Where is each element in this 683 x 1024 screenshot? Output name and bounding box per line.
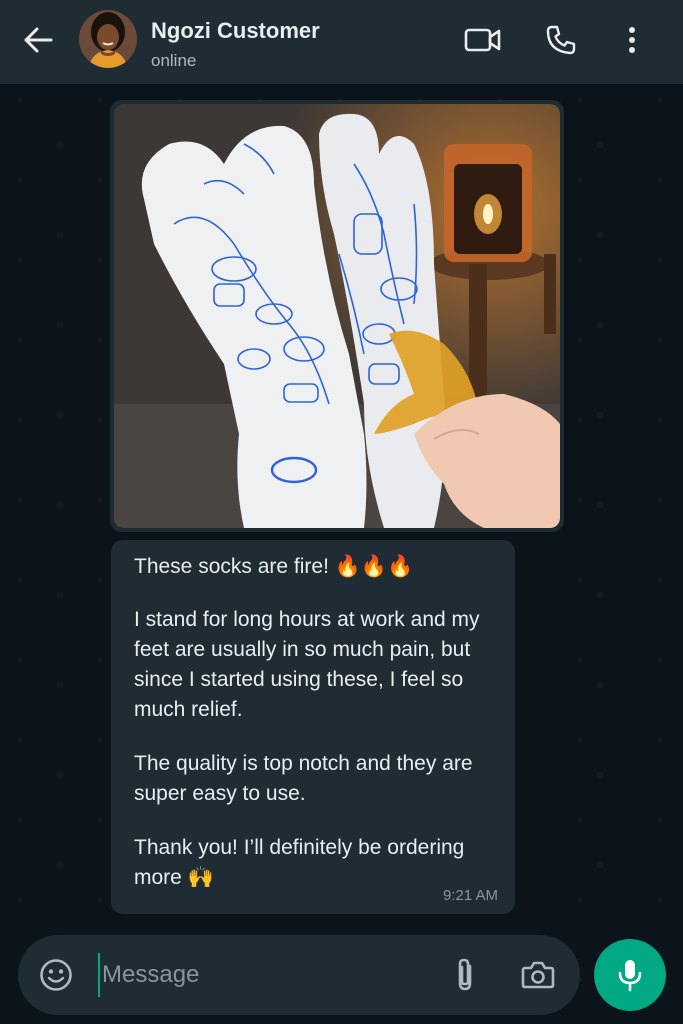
contact-status: online <box>151 51 197 70</box>
back-arrow-icon[interactable] <box>20 22 56 58</box>
phone-icon[interactable] <box>541 20 581 60</box>
mic-icon[interactable] <box>594 939 666 1011</box>
reflexology-socks-photo[interactable] <box>114 104 560 528</box>
message-paragraph: I stand for long hours at work and my fe… <box>134 608 480 721</box>
attach-icon[interactable] <box>445 955 485 995</box>
message-paragraph: The quality is top notch and they are su… <box>134 752 473 805</box>
message-paragraph: These socks are fire! 🔥🔥🔥 <box>134 555 414 578</box>
camera-icon[interactable] <box>518 955 558 995</box>
emoji-icon[interactable] <box>38 957 74 993</box>
contact-name[interactable]: Ngozi Customer <box>151 18 320 44</box>
text-message[interactable]: These socks are fire! 🔥🔥🔥 I stand for lo… <box>111 540 515 914</box>
more-vert-icon[interactable] <box>612 20 652 60</box>
chat-header: Ngozi Customer online <box>0 0 683 84</box>
video-call-icon[interactable] <box>463 20 503 60</box>
message-composer <box>18 935 580 1015</box>
message-paragraph: Thank you! I’ll definitely be ordering m… <box>134 836 465 889</box>
image-message[interactable] <box>110 100 564 532</box>
message-input[interactable] <box>98 953 428 997</box>
message-timestamp: 9:21 AM <box>442 887 498 904</box>
avatar[interactable] <box>79 10 137 68</box>
